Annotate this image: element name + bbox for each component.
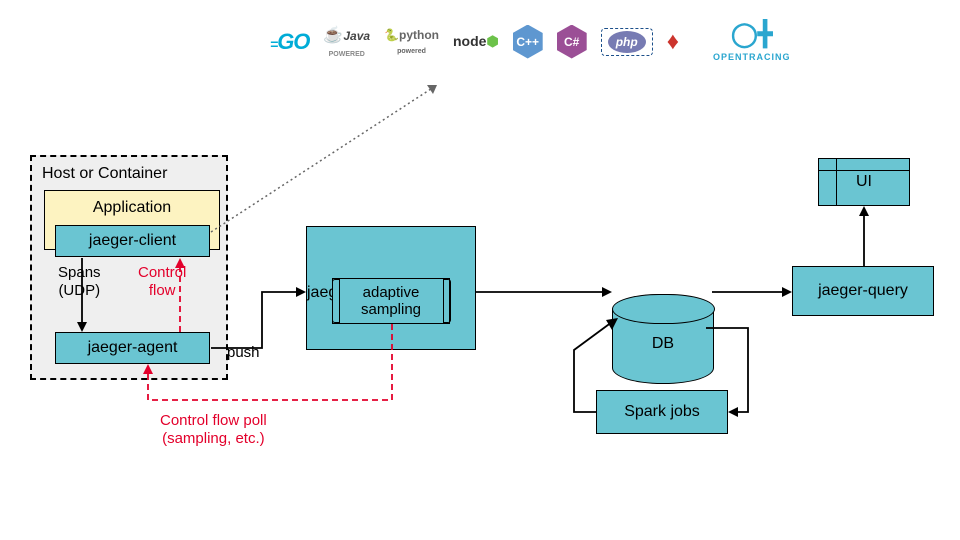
db-label: DB	[652, 335, 674, 353]
arrows-overlay	[0, 0, 960, 540]
